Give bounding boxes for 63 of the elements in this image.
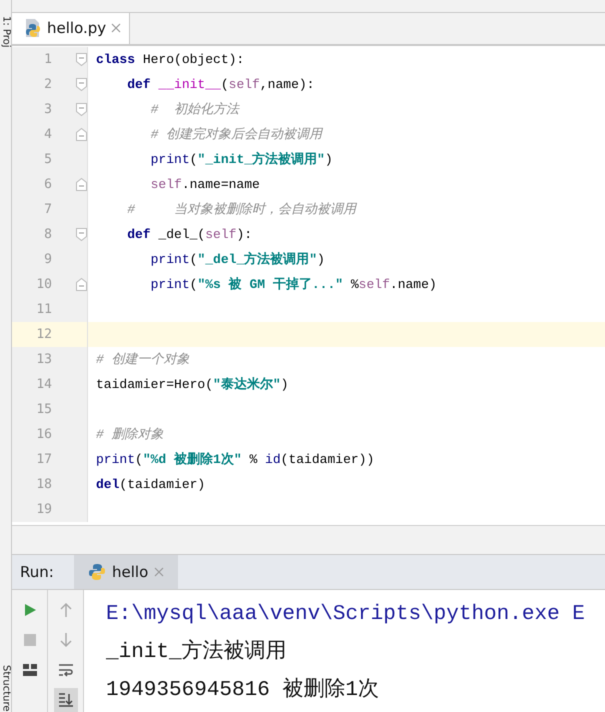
line-number: 4 <box>43 126 52 142</box>
fold-marker-icon[interactable] <box>76 228 87 241</box>
code-line: taidamier=Hero("泰达米尔") <box>95 376 288 394</box>
fold-marker-icon[interactable] <box>76 278 87 291</box>
code-line: def __init__(self,name): <box>126 76 314 92</box>
structure-tool-label[interactable]: Structure <box>0 665 12 712</box>
console-line: 1949356945816 被删除1次 <box>106 676 380 704</box>
line-number: 2 <box>43 76 52 92</box>
code-line: print("%d 被删除1次" % id(taidamier)) <box>95 451 374 468</box>
close-icon[interactable] <box>154 567 164 578</box>
wrap-icon <box>58 663 74 677</box>
tab-label: hello.py <box>47 19 106 38</box>
scroll-to-end-button[interactable] <box>54 688 78 712</box>
code-line: print("_init_方法被调用") <box>150 150 333 168</box>
code-line: # 初始化方法 <box>150 101 240 118</box>
run-tab[interactable]: hello <box>74 555 178 589</box>
code-line: def _del_(self): <box>126 226 252 242</box>
fold-marker-icon[interactable] <box>76 102 87 116</box>
project-tool-label[interactable]: 1: Proj <box>0 16 12 48</box>
code-line: class Hero(object): <box>95 52 244 67</box>
code-line: # 当对象被删除时，会自动被调用 <box>126 201 356 218</box>
console-line: E:\mysql\aaa\venv\Scripts\python.exe E <box>106 602 585 628</box>
editor-tab[interactable]: hello.py <box>12 12 130 44</box>
code-line: print("%s 被 GM 干掉了..." %self.name) <box>150 276 437 294</box>
fold-marker-icon[interactable] <box>76 52 87 66</box>
layout-icon <box>22 663 38 677</box>
tab-label: hello <box>112 563 148 582</box>
python-icon <box>88 563 106 582</box>
scroll-to-end-icon <box>58 692 74 708</box>
fold-marker-icon[interactable] <box>76 178 87 191</box>
stop-icon <box>22 633 36 647</box>
line-number: 10 <box>35 276 52 292</box>
code-line: self.name=name <box>150 176 260 192</box>
code-line: print("_del_方法被调用") <box>150 250 325 268</box>
up-arrow-icon <box>58 602 72 618</box>
python-file-icon <box>24 18 42 38</box>
code-line: # 删除对象 <box>95 426 164 444</box>
line-number: 17 <box>35 452 52 467</box>
line-number: 6 <box>43 176 52 192</box>
line-number: 14 <box>35 376 52 392</box>
console-line: _init_方法被调用 <box>106 638 288 666</box>
line-number: 11 <box>35 302 52 317</box>
close-icon[interactable] <box>111 23 122 34</box>
code-line: # 创建完对象后会自动被调用 <box>150 126 322 144</box>
line-number: 12 <box>35 326 52 342</box>
line-number: 7 <box>43 202 52 217</box>
line-number: 1 <box>43 52 52 67</box>
line-number: 5 <box>43 152 52 167</box>
line-number: 15 <box>35 402 52 417</box>
line-number: 19 <box>35 502 52 517</box>
line-number: 8 <box>43 226 52 242</box>
run-label: Run: <box>19 563 55 582</box>
play-icon <box>22 603 36 617</box>
fold-marker-icon[interactable] <box>76 78 87 91</box>
down-arrow-icon <box>58 632 72 648</box>
line-number: 9 <box>43 252 52 267</box>
code-line: # 创建一个对象 <box>95 351 190 368</box>
line-number: 13 <box>35 352 52 367</box>
fold-marker-icon[interactable] <box>76 128 87 141</box>
line-number: 16 <box>35 426 52 442</box>
line-number: 3 <box>43 102 52 117</box>
line-number: 18 <box>35 476 52 492</box>
code-line: del(taidamier) <box>95 476 206 492</box>
